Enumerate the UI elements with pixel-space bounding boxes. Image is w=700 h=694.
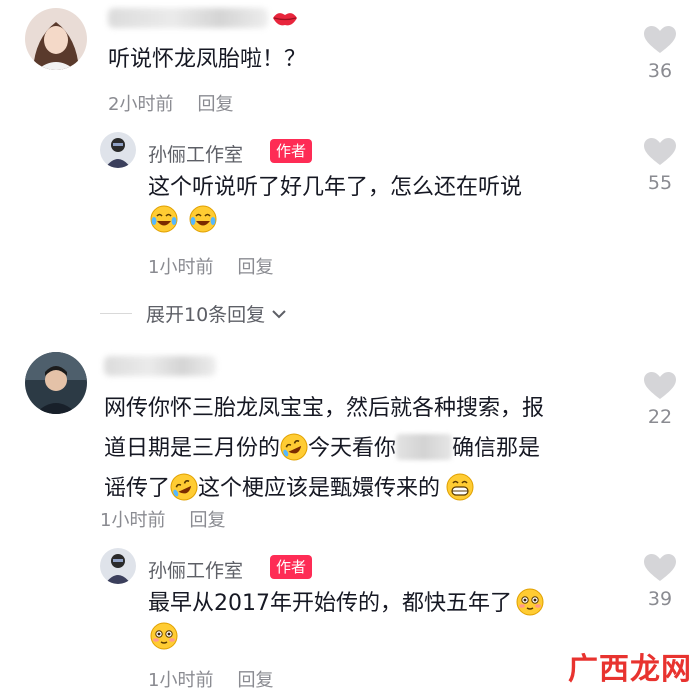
author-avatar[interactable] <box>100 132 136 168</box>
author-name[interactable]: 孙俪工作室 <box>148 140 243 167</box>
like-button[interactable]: 55 <box>630 138 690 194</box>
reply-meta: 1小时前 回复 <box>148 253 273 279</box>
like-button[interactable]: 36 <box>630 26 690 82</box>
heart-icon <box>644 554 676 582</box>
comment-text: 听说怀龙凤胎啦！？ <box>108 47 307 72</box>
divider <box>100 313 132 314</box>
laugh-cry-emoji-icon <box>150 205 178 233</box>
expand-replies-button[interactable]: 展开10条回复 <box>146 300 287 327</box>
comment-meta: 2小时前 回复 <box>108 90 233 116</box>
heart-icon <box>644 372 676 400</box>
timestamp: 1小时前 <box>100 510 166 531</box>
author-badge: 作者 <box>270 555 313 579</box>
like-button[interactable]: 39 <box>630 554 690 610</box>
username-blurred[interactable] <box>108 8 268 28</box>
avatar[interactable] <box>25 352 87 414</box>
reply-text: 最早从2017年开始传的，都快五年了 <box>148 584 618 624</box>
reply-meta: 1小时前 回复 <box>148 666 273 692</box>
emoji-row <box>150 622 178 650</box>
grin-emoji-icon <box>446 473 474 501</box>
heart-icon <box>644 138 676 166</box>
reply-button[interactable]: 回复 <box>237 670 273 691</box>
author-badge: 作者 <box>270 139 313 163</box>
rofl-emoji-icon <box>280 433 308 461</box>
timestamp: 1小时前 <box>148 257 214 278</box>
reply-button[interactable]: 回复 <box>189 510 225 531</box>
avatar[interactable] <box>25 8 87 70</box>
censored-text <box>396 434 453 460</box>
comment-text: 网传你怀三胎龙凤宝宝，然后就各种搜索，报 道日期是三月份的 今天看你 确信那是 谣传… <box>104 389 624 509</box>
comment-meta: 1小时前 回复 <box>100 506 225 532</box>
like-count: 36 <box>647 60 673 82</box>
reply-text: 这个听说听了好几年了，怎么还在听说 <box>148 175 523 200</box>
rofl-emoji-icon <box>170 473 198 501</box>
username-blurred[interactable] <box>104 356 216 376</box>
watermark: 广西龙网 <box>568 652 692 687</box>
like-count: 22 <box>647 406 673 428</box>
timestamp: 2小时前 <box>108 94 174 115</box>
author-name[interactable]: 孙俪工作室 <box>148 556 243 583</box>
reply-button[interactable]: 回复 <box>237 257 273 278</box>
like-button[interactable]: 22 <box>630 372 690 428</box>
timestamp: 1小时前 <box>148 670 214 691</box>
reply-button[interactable]: 回复 <box>197 94 233 115</box>
chevron-down-icon <box>272 310 286 319</box>
flushed-emoji-icon <box>150 622 178 650</box>
flushed-emoji-icon <box>516 588 544 616</box>
lips-icon <box>273 13 297 26</box>
like-count: 39 <box>647 588 673 610</box>
heart-icon <box>644 26 676 54</box>
like-count: 55 <box>647 172 673 194</box>
author-avatar[interactable] <box>100 548 136 584</box>
emoji-row <box>150 205 217 233</box>
laugh-cry-emoji-icon <box>189 205 217 233</box>
